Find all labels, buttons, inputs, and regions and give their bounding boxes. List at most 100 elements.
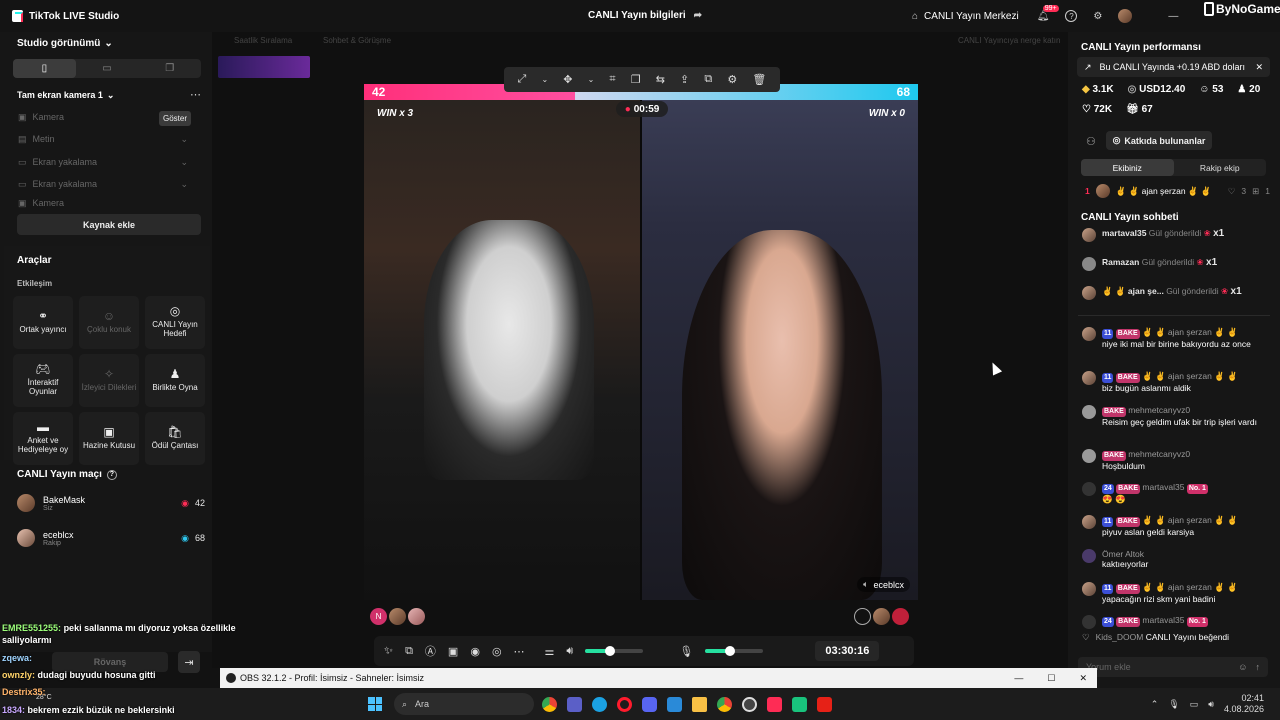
mic-icon[interactable]: 🎙︎	[1168, 699, 1179, 710]
opera-icon[interactable]	[617, 696, 632, 712]
source-item[interactable]: ▭ Ekran yakalama ⌄	[18, 153, 188, 171]
maximize-icon[interactable]: ☐	[1047, 673, 1055, 684]
chrome-icon[interactable]	[542, 696, 557, 712]
youtube-icon[interactable]	[817, 696, 832, 712]
play-together-tool[interactable]: ♟ Birlikte Oyna	[145, 354, 205, 407]
multi-mode-button[interactable]: ❐	[138, 59, 201, 78]
volume-knob[interactable]	[604, 646, 615, 656]
duplicate-icon[interactable]: ❐	[631, 73, 641, 86]
crop-icon[interactable]: ⌗	[609, 73, 615, 86]
clock[interactable]: 02:41 4.08.2026	[1224, 693, 1264, 715]
taskbar-search[interactable]: ⌕ Ara	[394, 693, 534, 715]
help-icon[interactable]: ?	[106, 469, 117, 480]
folder-icon[interactable]	[692, 696, 707, 712]
settings-icon[interactable]: ⚙	[1093, 11, 1102, 22]
source-item[interactable]: ▭ Ekran yakalama ⌄	[18, 175, 188, 193]
avatar[interactable]	[873, 608, 890, 625]
position-icon[interactable]: ✥	[563, 73, 572, 86]
minimize-icon[interactable]: —	[1014, 673, 1023, 683]
camera-switch-icon[interactable]: ◎	[492, 645, 502, 658]
flip-icon[interactable]: ⇆	[656, 73, 665, 86]
effects-icon[interactable]: ✨︎	[384, 645, 393, 658]
tab-our-team[interactable]: Ekibiniz	[1081, 159, 1174, 176]
treasure-box-tool[interactable]: ▣ Hazine Kutusu	[79, 412, 139, 465]
portrait-mode-button[interactable]: ▯	[13, 59, 76, 78]
minimize-icon[interactable]: —	[1168, 11, 1178, 22]
live-goal-tool[interactable]: ◎ CANLI Yayın Hedefi	[145, 296, 205, 349]
top-label[interactable]: CANLI Yayıncıya nerge katın	[958, 36, 1060, 45]
more-icon[interactable]: ⋯	[190, 88, 201, 101]
scene-icon[interactable]: ⧉	[405, 645, 413, 658]
user-avatar[interactable]	[1118, 9, 1133, 23]
trash-icon[interactable]: 🗑︎	[752, 73, 766, 86]
live-info-button[interactable]: CANLI Yayın bilgileri ➦	[588, 10, 702, 21]
chevron-down-icon[interactable]: ⌄	[588, 75, 595, 84]
volume-slider[interactable]	[585, 646, 644, 656]
mic-slider[interactable]	[705, 646, 764, 656]
battle-video[interactable]: WIN x 3 WIN x 0 🔈︎ eceblcx	[364, 84, 918, 600]
chevron-down-icon[interactable]: ⌄	[541, 75, 548, 84]
interactive-games-tool[interactable]: 🎮︎ İnteraktif Oyunlar	[13, 354, 73, 407]
resize-icon[interactable]: ⤢	[518, 73, 527, 86]
edge-icon[interactable]	[592, 696, 607, 712]
avatar[interactable]	[854, 608, 871, 625]
network-icon[interactable]: ▭	[1190, 699, 1199, 710]
ai-icon[interactable]: Ⓐ	[425, 643, 436, 659]
mic-icon[interactable]: 🎙︎	[679, 645, 693, 658]
tab-rival-team[interactable]: Rakip ekip	[1174, 159, 1267, 176]
tiktok-app-icon[interactable]	[767, 696, 782, 712]
move-up-icon[interactable]: ⇪	[680, 73, 689, 86]
close-icon[interactable]: ✕	[1079, 673, 1087, 684]
avatar[interactable]	[892, 608, 909, 625]
top-label[interactable]: Saatlik Sıralama	[234, 36, 292, 45]
help-icon[interactable]: ?	[1065, 10, 1078, 22]
more-icon[interactable]: ⋯	[514, 645, 525, 658]
scene-selector[interactable]: Tam ekran kamera 1 ⌄	[17, 90, 114, 101]
close-icon[interactable]: ✕	[1255, 62, 1263, 73]
mic-knob[interactable]	[724, 646, 735, 656]
speaker-icon[interactable]: 🔊︎	[1208, 699, 1214, 710]
settings-icon[interactable]: ⚙	[727, 73, 737, 86]
speaker-icon[interactable]: 🔊︎	[566, 645, 573, 658]
store-icon[interactable]	[667, 696, 682, 712]
avatar	[1095, 184, 1110, 198]
teams-icon[interactable]	[567, 696, 582, 712]
discord-icon[interactable]	[642, 696, 657, 712]
co-host-tool[interactable]: ⚭ Ortak yayıncı	[13, 296, 73, 349]
layer-icon[interactable]: ⧉	[704, 73, 712, 86]
add-source-button[interactable]: Kaynak ekle	[17, 214, 201, 235]
windows-start-icon[interactable]	[368, 697, 382, 711]
source-item[interactable]: ▤ Metin ⌄	[18, 130, 188, 148]
screen-share-icon[interactable]: ▣	[448, 645, 458, 658]
add-user-icon[interactable]: ⚇	[1086, 135, 1096, 148]
obs-window-bar[interactable]: OBS 32.1.2 - Profil: İsimsiz - Sahneler:…	[220, 668, 1097, 688]
studio-view-dropdown[interactable]: Studio görünümü ⌄	[17, 38, 113, 49]
mixer-icon[interactable]: ⚌	[545, 645, 555, 658]
viewer-wishes-tool[interactable]: ✧ İzleyici Dilekleri	[79, 354, 139, 407]
emoji-icon[interactable]: ☺	[1238, 662, 1247, 672]
record-icon[interactable]: ◉	[470, 645, 480, 658]
avatar[interactable]	[389, 608, 406, 625]
multi-guest-tool[interactable]: ☺ Çoklu konuk	[79, 296, 139, 349]
contributors-button[interactable]: ◎ Katkıda bulunanlar	[1106, 131, 1212, 150]
event-banner[interactable]	[218, 56, 310, 78]
chat-divider	[1078, 315, 1270, 316]
app-icon[interactable]	[792, 696, 807, 712]
top-label[interactable]: Sohbet & Görüşme	[323, 36, 391, 45]
obs-app-icon[interactable]	[742, 696, 757, 712]
avatar[interactable]	[408, 608, 425, 625]
reward-bag-tool[interactable]: 🛍︎ Ödül Çantası	[145, 412, 205, 465]
comment-input[interactable]: Yorum ekle ☺ ↑	[1078, 657, 1268, 677]
avatar[interactable]: N	[370, 608, 387, 625]
send-icon[interactable]: ↑	[1256, 662, 1261, 672]
landscape-mode-button[interactable]: ▭	[76, 59, 139, 78]
exit-live-icon[interactable]: ⇥	[178, 651, 200, 673]
bell-icon[interactable]: 🔔︎ 99+	[1037, 4, 1059, 22]
chevron-up-icon[interactable]: ⌃	[1151, 699, 1159, 710]
rematch-button[interactable]: Rövanş	[52, 652, 168, 672]
avatar	[17, 529, 35, 547]
poll-tool[interactable]: ▬ Anket ve Hediyeleye oy	[13, 412, 73, 465]
live-center-link[interactable]: CANLI Yayın Merkezi	[924, 11, 1019, 22]
chrome-icon[interactable]	[717, 696, 732, 712]
source-item[interactable]: ▣ Kamera	[18, 198, 188, 208]
